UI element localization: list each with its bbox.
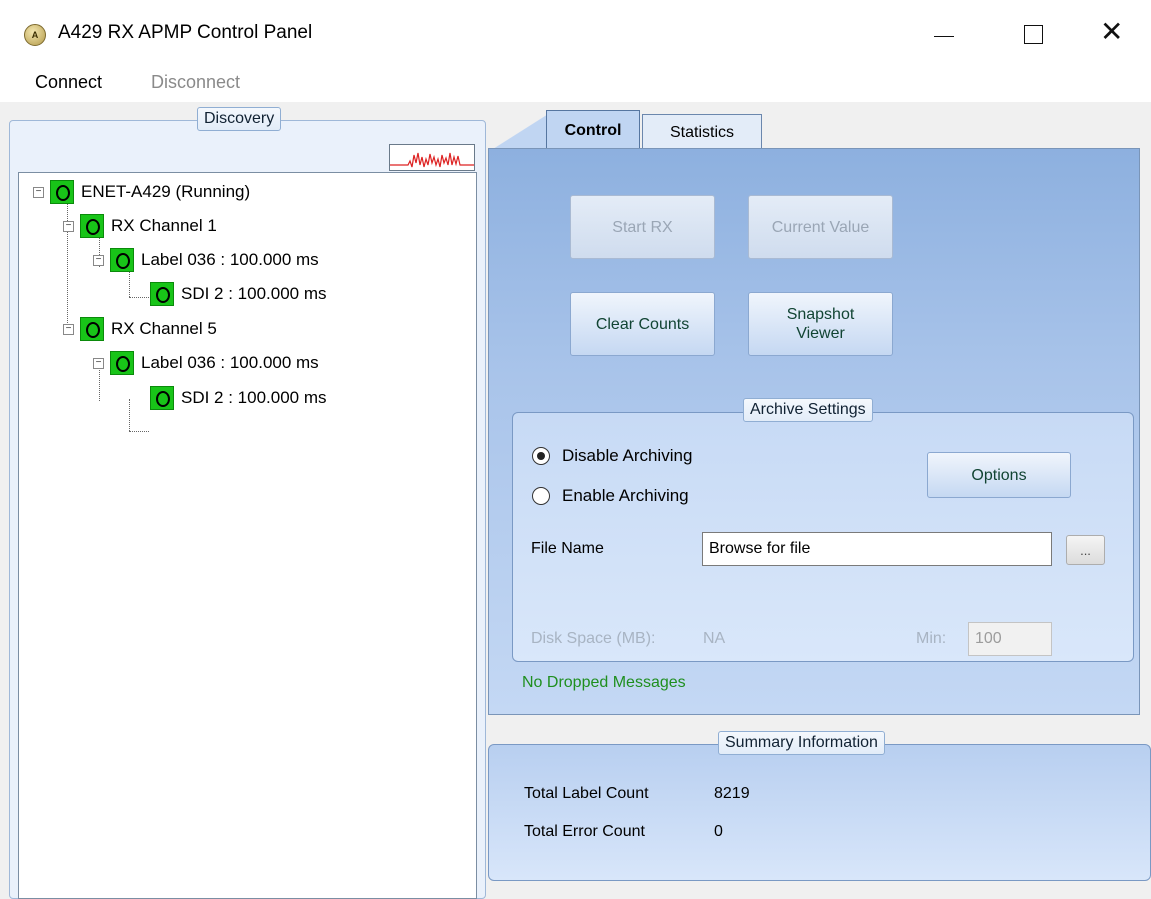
collapse-icon[interactable]: − xyxy=(63,323,74,335)
clear-counts-button[interactable]: Clear Counts xyxy=(570,292,715,356)
browse-button[interactable]: ... xyxy=(1066,535,1105,565)
close-button[interactable]: ✕ xyxy=(1090,14,1136,54)
status-led-icon xyxy=(80,317,104,341)
current-value-button[interactable]: Current Value xyxy=(748,195,893,259)
options-button[interactable]: Options xyxy=(927,452,1071,498)
dropped-status-text: No Dropped Messages xyxy=(522,674,686,691)
total-label-count-value: 8219 xyxy=(714,785,750,802)
collapse-icon[interactable]: − xyxy=(93,254,104,266)
discovery-tree[interactable]: − ENET-A429 (Running) − RX Channel 1 − L… xyxy=(18,172,477,899)
total-label-count-label: Total Label Count xyxy=(524,785,649,802)
tree-node-label-036[interactable]: − Label 036 : 100.000 ms xyxy=(93,247,319,273)
total-error-count-value: 0 xyxy=(714,823,723,840)
tree-node-label: RX Channel 5 xyxy=(111,319,217,338)
total-error-count-label: Total Error Count xyxy=(524,823,645,840)
activity-waveform-icon xyxy=(389,144,475,171)
tree-node-label-036[interactable]: − Label 036 : 100.000 ms xyxy=(93,350,319,376)
disable-archiving-radio[interactable]: Disable Archiving xyxy=(532,446,692,466)
close-icon: ✕ xyxy=(1100,16,1124,47)
menu-disconnect[interactable]: Disconnect xyxy=(151,72,240,93)
tree-node-label: Label 036 : 100.000 ms xyxy=(141,250,319,269)
tree-connector xyxy=(129,431,149,432)
min-field[interactable]: 100 xyxy=(968,622,1052,656)
status-led-icon xyxy=(80,214,104,238)
tree-node-sdi[interactable]: SDI 2 : 100.000 ms xyxy=(150,385,327,411)
status-led-icon xyxy=(110,351,134,375)
tree-node-label: ENET-A429 (Running) xyxy=(81,182,251,201)
radio-checked-icon[interactable] xyxy=(532,447,550,465)
tree-node-label: Label 036 : 100.000 ms xyxy=(141,353,319,372)
tree-node-channel[interactable]: − RX Channel 1 xyxy=(63,213,217,239)
collapse-icon[interactable]: − xyxy=(93,357,104,369)
archive-settings-legend: Archive Settings xyxy=(743,398,873,422)
tree-connector xyxy=(129,297,149,298)
snapshot-viewer-button[interactable]: Snapshot Viewer xyxy=(748,292,893,356)
start-rx-button[interactable]: Start RX xyxy=(570,195,715,259)
enable-archiving-radio[interactable]: Enable Archiving xyxy=(532,486,689,506)
maximize-button[interactable] xyxy=(1010,14,1056,54)
min-label: Min: xyxy=(916,630,947,647)
radio-unchecked-icon[interactable] xyxy=(532,487,550,505)
status-led-icon xyxy=(150,282,174,306)
tree-node-label: RX Channel 1 xyxy=(111,216,217,235)
maximize-icon xyxy=(1024,25,1043,44)
disable-archiving-label: Disable Archiving xyxy=(562,446,693,465)
status-led-icon xyxy=(150,386,174,410)
tree-node-channel[interactable]: − RX Channel 5 xyxy=(63,316,217,342)
minimize-button[interactable] xyxy=(920,14,966,54)
tree-node-label: SDI 2 : 100.000 ms xyxy=(181,388,327,407)
tree-node-label: SDI 2 : 100.000 ms xyxy=(181,284,327,303)
disk-space-value: NA xyxy=(703,630,726,647)
tree-node-sdi[interactable]: SDI 2 : 100.000 ms xyxy=(150,281,327,307)
tab-statistics[interactable]: Statistics xyxy=(642,114,762,150)
collapse-icon[interactable]: − xyxy=(63,220,74,232)
summary-legend: Summary Information xyxy=(718,731,885,755)
enable-archiving-label: Enable Archiving xyxy=(562,486,689,505)
collapse-icon[interactable]: − xyxy=(33,186,44,198)
summary-group xyxy=(488,744,1151,881)
tree-node-device[interactable]: − ENET-A429 (Running) xyxy=(33,179,250,205)
discovery-legend: Discovery xyxy=(197,107,282,131)
status-led-icon xyxy=(50,180,74,204)
file-name-label: File Name xyxy=(531,540,604,557)
minimize-icon xyxy=(934,36,954,37)
menu-connect[interactable]: Connect xyxy=(35,72,102,93)
app-icon: A xyxy=(24,24,46,46)
status-led-icon xyxy=(110,248,134,272)
disk-space-label: Disk Space (MB): xyxy=(531,630,656,647)
file-name-field[interactable]: Browse for file xyxy=(702,532,1052,566)
tab-control[interactable]: Control xyxy=(546,110,640,152)
tab-edge xyxy=(492,112,552,150)
window-title: A429 RX APMP Control Panel xyxy=(58,22,313,43)
tree-connector xyxy=(129,399,130,431)
title-bar: A A429 RX APMP Control Panel ✕ xyxy=(0,0,1151,66)
